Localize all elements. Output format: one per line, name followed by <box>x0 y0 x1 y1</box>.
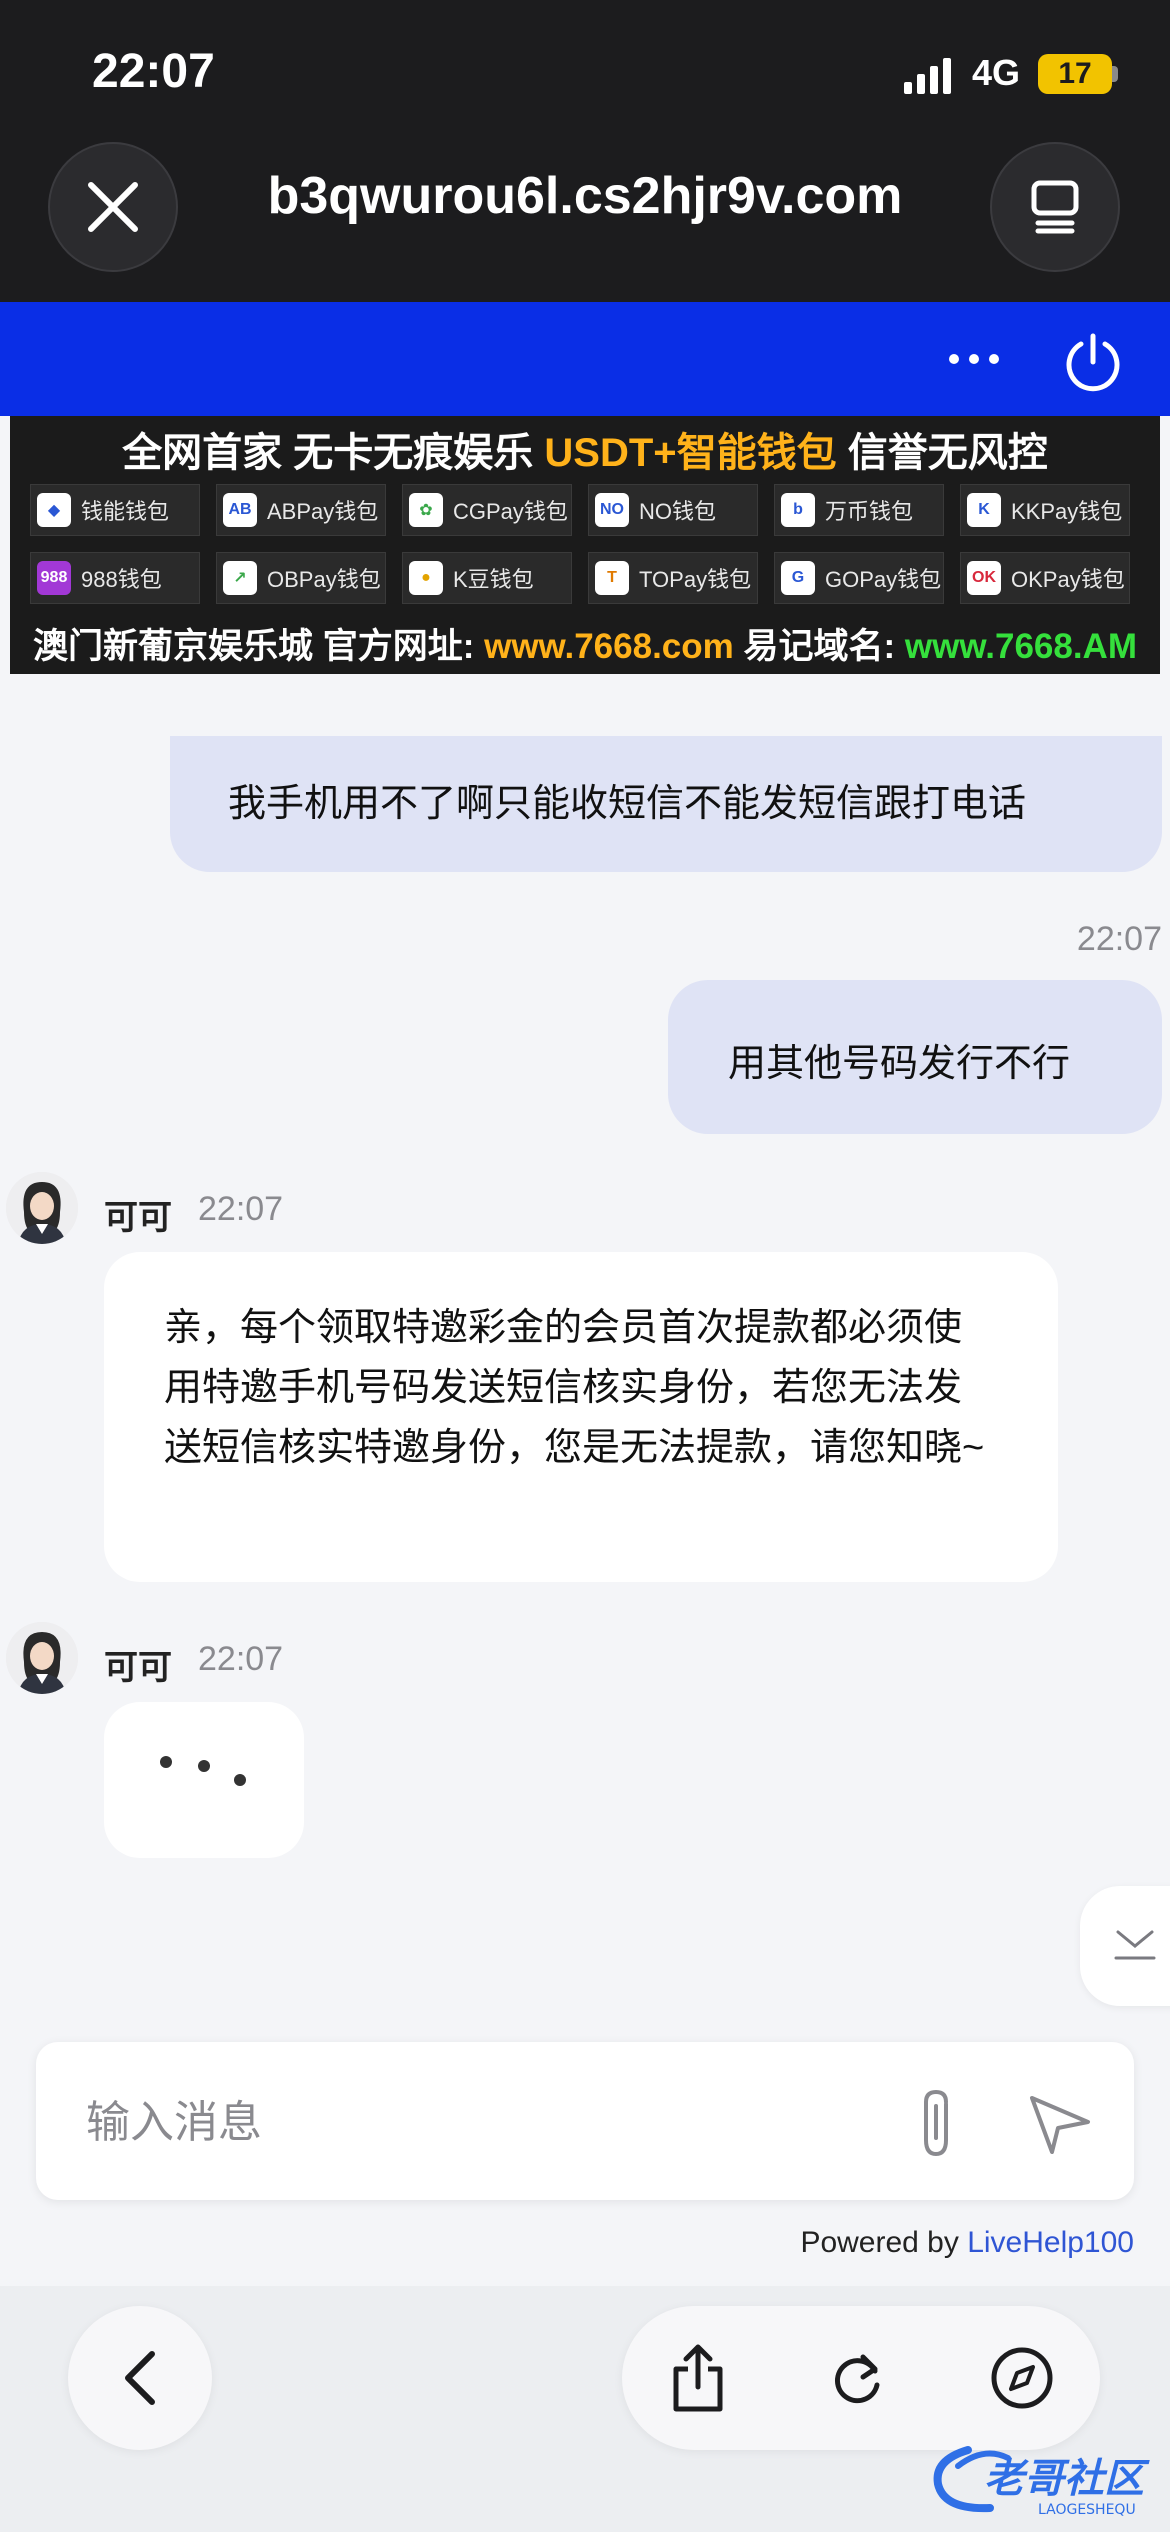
typing-indicator <box>104 1702 304 1858</box>
chevron-down-icon <box>1114 1930 1156 1960</box>
attach-icon[interactable] <box>906 2086 970 2162</box>
reload-button[interactable] <box>818 2338 898 2418</box>
power-icon[interactable] <box>1062 332 1124 394</box>
share-icon <box>673 2344 723 2412</box>
message-timestamp: 22:07 <box>198 1640 284 1678</box>
outgoing-message: 用其他号码发行不行 <box>668 980 1162 1134</box>
wallet-name: 万币钱包 <box>825 499 914 524</box>
agent-name: 可可 <box>104 1649 172 1687</box>
wallet-tile: 988 988钱包 <box>30 552 200 604</box>
message-input[interactable] <box>84 2080 868 2166</box>
banner-headline: 全网首家 无卡无痕娱乐 USDT+智能钱包 信誉无风控 <box>10 420 1160 478</box>
send-icon[interactable] <box>1024 2088 1096 2160</box>
powered-by-label: Powered by <box>800 2226 968 2259</box>
banner-footer: 澳门新葡京娱乐城 官方网址: www.7668.com 易记域名: www.76… <box>10 618 1160 669</box>
network-type: 4G <box>972 52 1021 93</box>
banner-footer-label: 澳门新葡京娱乐城 官方网址: <box>33 627 485 666</box>
reload-icon <box>835 2354 880 2404</box>
wallet-logo-icon: OK <box>967 561 1001 595</box>
wallet-tile: ↗ OBPay钱包 <box>216 552 386 604</box>
compass-icon <box>991 2347 1053 2409</box>
wallet-tile: G GOPay钱包 <box>774 552 944 604</box>
wallet-name: OKPay钱包 <box>1011 567 1125 592</box>
wallet-logo-icon: K <box>967 493 1001 527</box>
banner-footer-label2: 易记域名: <box>733 627 905 666</box>
svg-text:老哥社区: 老哥社区 <box>984 2456 1150 2502</box>
scroll-to-bottom-button[interactable] <box>1080 1886 1170 2006</box>
wallet-tile: NO NO钱包 <box>588 484 758 536</box>
wallet-logo-icon: T <box>595 561 629 595</box>
wallet-name: 988钱包 <box>81 567 162 592</box>
typing-dot <box>160 1756 172 1768</box>
wallet-name: OBPay钱包 <box>267 567 381 592</box>
share-button[interactable] <box>658 2338 738 2418</box>
status-time: 22:07 <box>92 45 215 98</box>
wallet-tile: b 万币钱包 <box>774 484 944 536</box>
wallet-tile: T TOPay钱包 <box>588 552 758 604</box>
wallet-logo-icon: AB <box>223 493 257 527</box>
banner-headline-tail: 信誉无风控 <box>836 431 1048 475</box>
avatar-icon <box>6 1172 78 1244</box>
banner-domain: www.7668.AM <box>904 627 1137 666</box>
wallet-name: TOPay钱包 <box>639 567 752 592</box>
wallet-logo-icon: ● <box>409 561 443 595</box>
tabs-icon <box>1031 180 1079 234</box>
wallet-logo-icon: ◆ <box>37 493 71 527</box>
wallet-tile: ✿ CGPay钱包 <box>402 484 572 536</box>
wallet-name: NO钱包 <box>639 499 717 524</box>
banner-highlight: USDT+智能钱包 <box>544 431 837 475</box>
svg-text:LAOGESHEQU: LAOGESHEQU <box>1038 2502 1136 2518</box>
compass-button[interactable] <box>982 2338 1062 2418</box>
battery-indicator: 17 <box>1038 54 1112 94</box>
wallet-tile: AB ABPay钱包 <box>216 484 386 536</box>
message-timestamp: 22:07 <box>198 1190 284 1228</box>
typing-dot <box>234 1774 246 1786</box>
avatar-icon <box>6 1622 78 1694</box>
watermark-logo: 老哥社区 LAOGESHEQU <box>933 2446 1150 2518</box>
signal-icon <box>904 58 951 94</box>
back-button[interactable] <box>68 2306 212 2450</box>
agent-avatar <box>6 1622 78 1694</box>
wallet-name: GOPay钱包 <box>825 567 942 592</box>
wallet-name: CGPay钱包 <box>453 499 568 524</box>
wallet-tile: K KKPay钱包 <box>960 484 1130 536</box>
back-icon <box>125 2351 155 2405</box>
outgoing-message: 我手机用不了啊只能收短信不能发短信跟打电话 <box>170 736 1162 872</box>
wallet-name: ABPay钱包 <box>267 499 379 524</box>
wallet-logo-icon: 988 <box>37 561 71 595</box>
url-bar[interactable]: b3qwurou6l.cs2hjr9v.com <box>150 166 1020 226</box>
wallet-name: 钱能钱包 <box>81 499 170 524</box>
wallet-tile: ◆ 钱能钱包 <box>30 484 200 536</box>
banner-url: www.7668.com <box>484 627 734 666</box>
livehelp-link[interactable]: LiveHelp100 <box>967 2226 1134 2259</box>
incoming-message: 亲，每个领取特邀彩金的会员首次提款都必须使用特邀手机号码发送短信核实身份，若您无… <box>104 1252 1058 1582</box>
more-icon <box>949 354 999 364</box>
wallet-name: KKPay钱包 <box>1011 499 1123 524</box>
more-button[interactable] <box>944 334 1004 384</box>
agent-avatar <box>6 1172 78 1244</box>
agent-name: 可可 <box>104 1199 172 1237</box>
typing-dot <box>198 1760 210 1772</box>
tabs-button[interactable] <box>990 142 1120 272</box>
wallet-logo-icon: NO <box>595 493 629 527</box>
wallet-tile: ● K豆钱包 <box>402 552 572 604</box>
battery-tip <box>1112 66 1118 82</box>
banner-headline-text: 全网首家 无卡无痕娱乐 <box>122 431 545 475</box>
wallet-logo-icon: ↗ <box>223 561 257 595</box>
close-icon <box>88 182 138 232</box>
wallet-logo-icon: b <box>781 493 815 527</box>
wallet-logo-icon: ✿ <box>409 493 443 527</box>
wallet-name: K豆钱包 <box>453 567 534 592</box>
wallet-tile: OK OKPay钱包 <box>960 552 1130 604</box>
powered-by: Powered by LiveHelp100 <box>700 2226 1134 2260</box>
wallet-logo-icon: G <box>781 561 815 595</box>
message-timestamp: 22:07 <box>1076 920 1162 958</box>
